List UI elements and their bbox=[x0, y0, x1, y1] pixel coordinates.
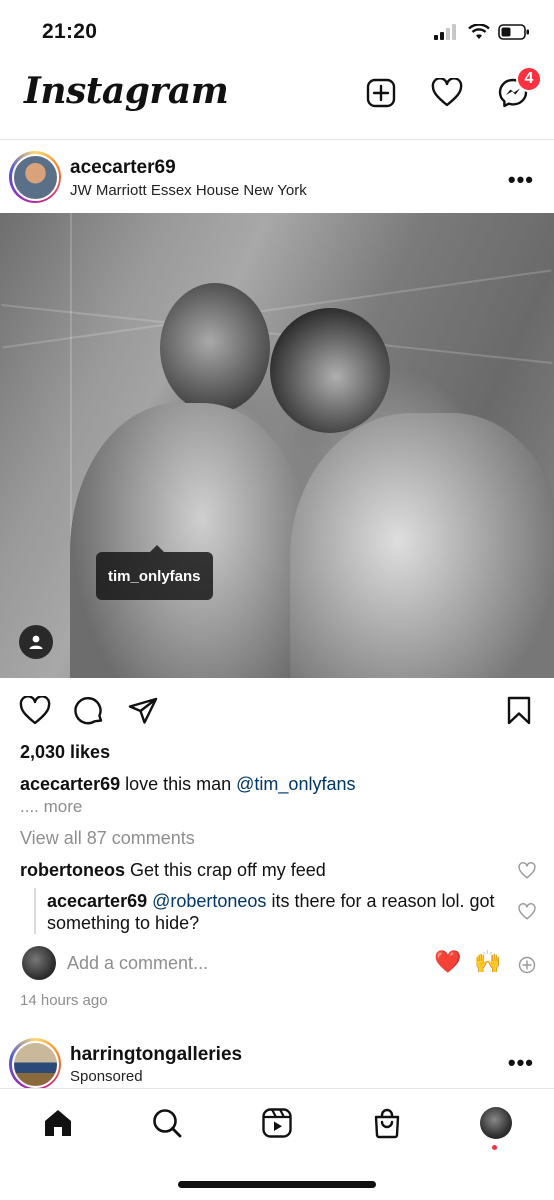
share-button[interactable] bbox=[126, 694, 160, 728]
reply-item: acecarter69 @robertoneos its there for a… bbox=[47, 890, 509, 934]
reply-like-icon[interactable] bbox=[518, 903, 536, 921]
reels-icon bbox=[262, 1108, 292, 1138]
cellular-signal-icon bbox=[434, 24, 456, 40]
activity-button[interactable] bbox=[430, 76, 464, 110]
instagram-logo[interactable]: Instagram bbox=[24, 70, 229, 112]
post-username[interactable]: acecarter69 bbox=[70, 157, 176, 179]
shop-icon bbox=[374, 1108, 400, 1139]
search-icon bbox=[153, 1109, 182, 1138]
comment-username[interactable]: robertoneos bbox=[20, 860, 125, 880]
bookmark-icon bbox=[507, 696, 531, 725]
save-button[interactable] bbox=[502, 694, 536, 728]
heart-icon bbox=[431, 78, 463, 107]
status-bar: 21:20 bbox=[0, 0, 554, 62]
new-post-button[interactable] bbox=[364, 76, 398, 110]
status-icons bbox=[434, 24, 530, 40]
profile-avatar bbox=[480, 1107, 512, 1139]
heart-icon bbox=[19, 696, 51, 725]
more-options-icon[interactable]: ••• bbox=[508, 167, 534, 193]
comment-button[interactable] bbox=[72, 694, 106, 728]
caption-mention[interactable]: @tim_onlyfans bbox=[236, 774, 355, 794]
header-actions: 4 bbox=[364, 66, 542, 110]
avatar bbox=[11, 1040, 59, 1088]
quick-emoji-raised-hands[interactable]: 🙌 bbox=[474, 950, 501, 975]
comment-item: robertoneos Get this crap off my feed bbox=[20, 859, 500, 881]
status-time: 21:20 bbox=[42, 20, 98, 43]
nav-search-button[interactable] bbox=[149, 1105, 185, 1141]
like-button[interactable] bbox=[18, 694, 52, 728]
nav-home-button[interactable] bbox=[40, 1105, 76, 1141]
more-options-icon[interactable]: ••• bbox=[508, 1050, 534, 1076]
view-all-comments-link[interactable]: View all 87 comments bbox=[20, 828, 195, 849]
caption-text: love this man bbox=[120, 774, 237, 794]
sponsored-label: Sponsored bbox=[70, 1068, 143, 1085]
home-indicator bbox=[178, 1181, 376, 1188]
user-tag-label[interactable]: tim_onlyfans bbox=[96, 545, 213, 600]
comment-bubble-icon bbox=[74, 697, 103, 725]
nav-reels-button[interactable] bbox=[259, 1105, 295, 1141]
post-caption: acecarter69 love this man @tim_onlyfans bbox=[20, 772, 540, 796]
caption-username[interactable]: acecarter69 bbox=[20, 774, 120, 794]
quick-emoji-heart[interactable]: ❤️ bbox=[434, 950, 461, 975]
avatar bbox=[11, 153, 59, 201]
caption-more-link[interactable]: .... more bbox=[20, 797, 82, 817]
figure-left-head bbox=[160, 283, 270, 413]
add-emoji-icon[interactable] bbox=[518, 956, 536, 974]
wall-tile-line bbox=[2, 269, 552, 349]
paper-plane-icon bbox=[128, 697, 158, 724]
reply-username[interactable]: acecarter69 bbox=[47, 891, 147, 911]
figure-right-head bbox=[270, 308, 390, 433]
story-avatar[interactable] bbox=[9, 1038, 61, 1090]
add-comment-input[interactable]: Add a comment... bbox=[67, 953, 208, 974]
person-icon bbox=[29, 635, 43, 649]
plus-square-icon bbox=[366, 78, 396, 108]
battery-icon bbox=[498, 24, 529, 40]
post-username[interactable]: harringtongalleries bbox=[70, 1044, 242, 1066]
notification-dot bbox=[492, 1145, 497, 1150]
likes-count[interactable]: 2,030 likes bbox=[20, 742, 110, 763]
post-header: acecarter69 JW Marriott Essex House New … bbox=[0, 141, 554, 213]
figure-left-body bbox=[70, 403, 310, 678]
comment-like-icon[interactable] bbox=[518, 862, 536, 880]
post-location[interactable]: JW Marriott Essex House New York bbox=[70, 182, 307, 199]
messenger-button[interactable]: 4 bbox=[496, 66, 542, 110]
add-comment-row: Add a comment... ❤️ 🙌 bbox=[0, 946, 554, 982]
reply-mention[interactable]: @robertoneos bbox=[147, 891, 266, 911]
app-header: Instagram 4 bbox=[0, 62, 554, 140]
post-actions bbox=[0, 690, 554, 734]
post-timestamp: 14 hours ago bbox=[20, 992, 108, 1009]
nav-shop-button[interactable] bbox=[369, 1105, 405, 1141]
nav-profile-button[interactable] bbox=[478, 1105, 514, 1141]
reply-thread-line bbox=[34, 888, 36, 934]
tagged-users-button[interactable] bbox=[19, 625, 53, 659]
home-icon bbox=[45, 1110, 71, 1136]
next-post-header: harringtongalleries Sponsored ••• bbox=[0, 1036, 554, 1090]
wifi-icon bbox=[468, 24, 490, 39]
messages-badge: 4 bbox=[516, 66, 542, 92]
avatar bbox=[22, 946, 56, 980]
story-avatar[interactable] bbox=[9, 151, 61, 203]
figure-right-body bbox=[290, 413, 554, 678]
comment-text: Get this crap off my feed bbox=[125, 860, 326, 880]
post-image[interactable]: tim_onlyfans bbox=[0, 213, 554, 678]
